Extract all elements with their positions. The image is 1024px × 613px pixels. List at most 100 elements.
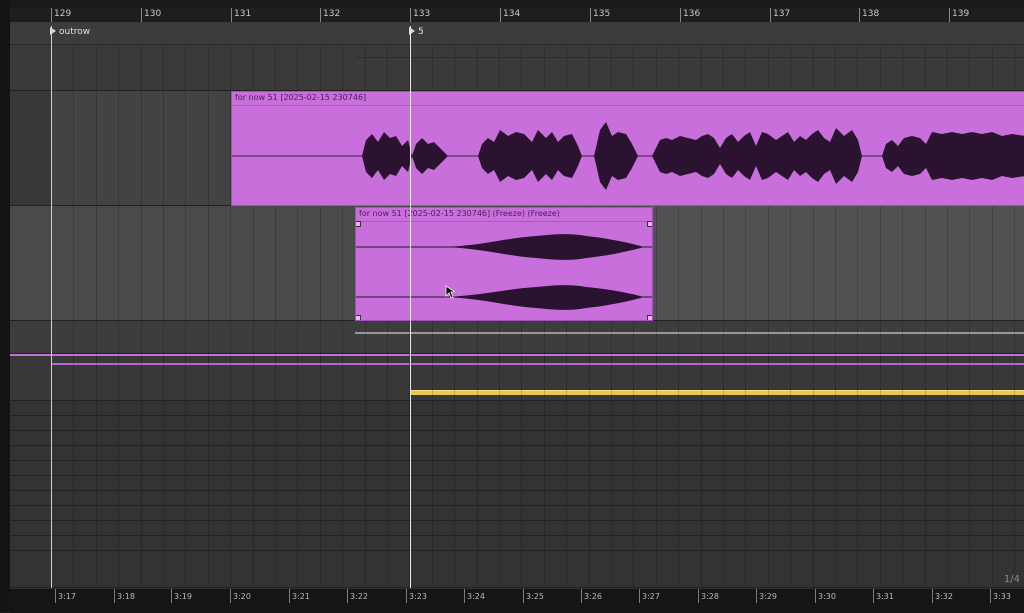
empty-lane[interactable] [10, 431, 1024, 446]
beat-gridline [432, 536, 433, 550]
beat-gridline [701, 536, 702, 550]
beat-gridline [521, 491, 522, 505]
beat-gridline [185, 401, 186, 415]
empty-lane[interactable] [10, 461, 1024, 476]
beat-gridline [701, 491, 702, 505]
beat-gridline [96, 551, 97, 587]
beat-gridline [992, 45, 993, 90]
beat-gridline [947, 354, 948, 400]
beat-gridline [365, 461, 366, 475]
empty-lane[interactable] [10, 536, 1024, 551]
empty-lane[interactable] [10, 401, 1024, 416]
beat-gridline [320, 536, 321, 550]
beat-gridline [118, 536, 119, 550]
beat-gridline [969, 536, 970, 550]
beat-gridline [992, 401, 993, 415]
beat-gridline [521, 521, 522, 535]
clip-corner-handle[interactable] [647, 221, 652, 227]
beat-gridline [387, 416, 388, 430]
beat-gridline [880, 461, 881, 475]
beat-gridline [1014, 431, 1015, 445]
beat-gridline [880, 491, 881, 505]
beat-gridline [185, 536, 186, 550]
beat-gridline [611, 506, 612, 520]
beat-gridline [723, 521, 724, 535]
beat-gridline [297, 431, 298, 445]
empty-lane[interactable] [10, 521, 1024, 536]
beat-gridline [185, 416, 186, 430]
beat-gridline [969, 45, 970, 90]
empty-lane[interactable] [10, 506, 1024, 521]
beat-gridline [768, 321, 769, 353]
beat-gridline [73, 321, 74, 353]
locator-row[interactable]: outrow 5 [10, 22, 1024, 45]
beat-gridline [185, 551, 186, 587]
beat-gridline [723, 206, 724, 320]
beat-gridline [320, 491, 321, 505]
beat-gridline [992, 461, 993, 475]
beat-gridline [925, 45, 926, 90]
empty-lane[interactable] [10, 551, 1024, 588]
beat-gridline [969, 321, 970, 353]
beat-gridline [902, 45, 903, 90]
beat-gridline [969, 506, 970, 520]
beat-gridline [342, 521, 343, 535]
playhead[interactable] [410, 26, 411, 598]
beat-gridline [1014, 401, 1015, 415]
bar-ruler[interactable]: 129 130 131 132 133 134 135 136 137 138 … [10, 8, 1024, 23]
beat-gridline [275, 401, 276, 415]
empty-lane[interactable] [10, 476, 1024, 491]
beat-gridline [678, 536, 679, 550]
beat-gridline [947, 416, 948, 430]
beat-gridline [365, 416, 366, 430]
track-lane-1[interactable] [10, 45, 1024, 91]
beat-gridline [342, 536, 343, 550]
audio-clip-main[interactable]: for now 51 [2025-02-15 230746] [231, 91, 1024, 206]
beat-gridline [454, 416, 455, 430]
locator-5[interactable]: 5 [409, 27, 424, 37]
beat-gridline [589, 551, 590, 587]
empty-lane[interactable] [10, 491, 1024, 506]
empty-lane[interactable] [10, 446, 1024, 461]
beat-gridline [544, 476, 545, 490]
beat-gridline [902, 401, 903, 415]
beat-gridline [499, 321, 500, 353]
track-lane-5[interactable] [10, 354, 1024, 401]
beat-gridline [253, 476, 254, 490]
empty-lane[interactable] [10, 416, 1024, 431]
beat-gridline [118, 45, 119, 90]
beat-gridline [365, 491, 366, 505]
beat-gridline [992, 506, 993, 520]
beat-gridline [1014, 461, 1015, 475]
beat-gridline [163, 446, 164, 460]
time-label: 3:24 [467, 592, 485, 601]
beat-gridline [454, 551, 455, 587]
bar-number: 137 [773, 9, 791, 19]
beat-gridline [633, 506, 634, 520]
locator-outrow[interactable]: outrow [50, 27, 90, 37]
beat-gridline [589, 431, 590, 445]
track-lane-4[interactable] [10, 321, 1024, 354]
beat-gridline [544, 354, 545, 400]
beat-gridline [745, 461, 746, 475]
beat-gridline [432, 45, 433, 90]
beat-gridline [790, 491, 791, 505]
beat-gridline [835, 206, 836, 320]
time-ruler[interactable]: 3:17 3:18 3:19 3:20 3:21 3:22 3:23 3:24 … [10, 588, 1024, 613]
beat-gridline [208, 491, 209, 505]
beat-gridline [1014, 321, 1015, 353]
beat-gridline [880, 416, 881, 430]
clip-corner-handle[interactable] [356, 221, 361, 227]
beat-gridline [947, 446, 948, 460]
beat-gridline [880, 551, 881, 587]
beat-gridline [477, 401, 478, 415]
audio-clip-freeze[interactable]: for now 51 [2025-02-15 230746] (Freeze) … [355, 207, 653, 321]
beat-gridline [947, 521, 948, 535]
beat-gridline [1014, 416, 1015, 430]
beat-gridline [454, 446, 455, 460]
beat-gridline [230, 431, 231, 445]
beat-gridline [745, 491, 746, 505]
loop-start-line[interactable] [51, 26, 52, 598]
beat-gridline [969, 521, 970, 535]
beat-gridline [992, 536, 993, 550]
